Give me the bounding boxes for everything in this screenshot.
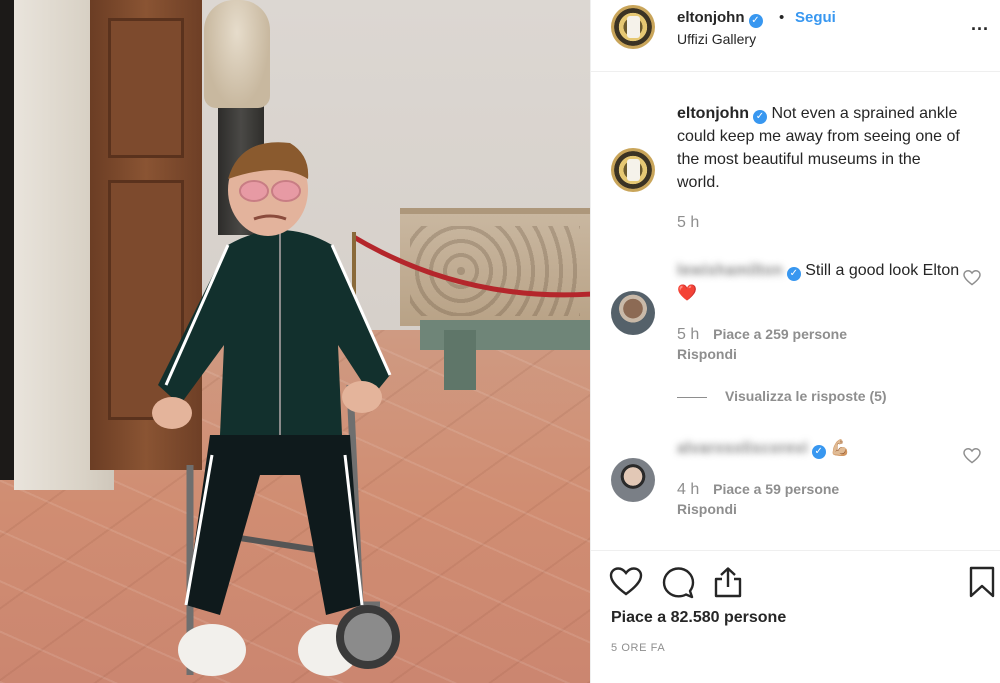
relief-stand-leg	[444, 330, 476, 390]
comment-item: alvarosoliscorevi ✓ 💪🏼	[677, 437, 967, 460]
author-username[interactable]: eltonjohn ✓	[677, 9, 763, 28]
comment-meta: 4 h Piace a 59 persone	[677, 481, 839, 499]
post-header: eltonjohn ✓ • Segui Uffizi Gallery ...	[591, 0, 1000, 72]
author-avatar[interactable]	[611, 5, 655, 49]
man-in-wheelchair	[152, 142, 392, 676]
comment-text: Still a good look Elton	[805, 262, 960, 279]
verified-badge-icon: ✓	[752, 110, 767, 124]
comment-time[interactable]: 5 h	[677, 326, 699, 343]
comment-likes[interactable]: Piace a 259 persone	[713, 326, 847, 342]
post-timestamp[interactable]: 5 ORE FA	[611, 642, 665, 654]
more-options-button[interactable]: ...	[971, 14, 989, 35]
header-separator: •	[779, 9, 785, 26]
post-details-panel: eltonjohn ✓ • Segui Uffizi Gallery ... el…	[590, 0, 1000, 683]
wheelchair-wheel	[336, 605, 400, 669]
reply-button[interactable]: Rispondi	[677, 346, 737, 362]
post-likes-count[interactable]: Piace a 82.580 persone	[611, 609, 786, 627]
comment-icon[interactable]	[661, 565, 695, 599]
comment-username[interactable]: alvarosoliscorevi	[677, 440, 808, 457]
like-comment-heart-icon[interactable]	[963, 448, 981, 464]
verified-badge-icon: ✓	[748, 14, 763, 28]
verified-badge-icon: ✓	[786, 267, 801, 281]
post-caption: eltonjohn ✓ Not even a sprained ankle cou…	[677, 102, 967, 194]
comment-time[interactable]: 4 h	[677, 481, 699, 498]
marble-bust	[204, 0, 270, 108]
caption-username[interactable]: eltonjohn	[677, 105, 749, 122]
caption-author-avatar[interactable]	[611, 148, 655, 192]
view-replies-button[interactable]: Visualizza le risposte (5)	[677, 388, 887, 404]
reply-button[interactable]: Rispondi	[677, 501, 737, 517]
post-location[interactable]: Uffizi Gallery	[677, 31, 756, 47]
comment-likes[interactable]: Piace a 59 persone	[713, 481, 839, 497]
author-username-text[interactable]: eltonjohn	[677, 9, 745, 26]
replies-divider-line	[677, 396, 707, 398]
bookmark-icon[interactable]	[965, 565, 999, 599]
post-photo[interactable]	[0, 0, 590, 683]
comment-username[interactable]: lewishamilton	[677, 262, 783, 279]
like-heart-icon[interactable]	[609, 565, 643, 599]
follow-button[interactable]: Segui	[795, 9, 836, 26]
caption-time[interactable]: 5 h	[677, 214, 699, 231]
flexed-biceps-emoji: 💪🏼	[830, 440, 851, 457]
verified-badge-icon: ✓	[811, 445, 826, 459]
share-icon[interactable]	[711, 565, 745, 599]
view-replies-label[interactable]: Visualizza le risposte (5)	[725, 388, 887, 404]
comment-item: lewishamilton ✓ Still a good look Elton ❤️	[677, 259, 967, 305]
commenter-avatar[interactable]	[611, 291, 655, 335]
post-actions-bar: Piace a 82.580 persone 5 ORE FA	[591, 550, 1000, 683]
commenter-avatar[interactable]	[611, 458, 655, 502]
like-comment-heart-icon[interactable]	[963, 270, 981, 286]
comment-meta: 5 h Piace a 259 persone	[677, 326, 847, 344]
red-heart-emoji: ❤️	[677, 285, 697, 302]
caption-meta: 5 h	[677, 214, 709, 232]
